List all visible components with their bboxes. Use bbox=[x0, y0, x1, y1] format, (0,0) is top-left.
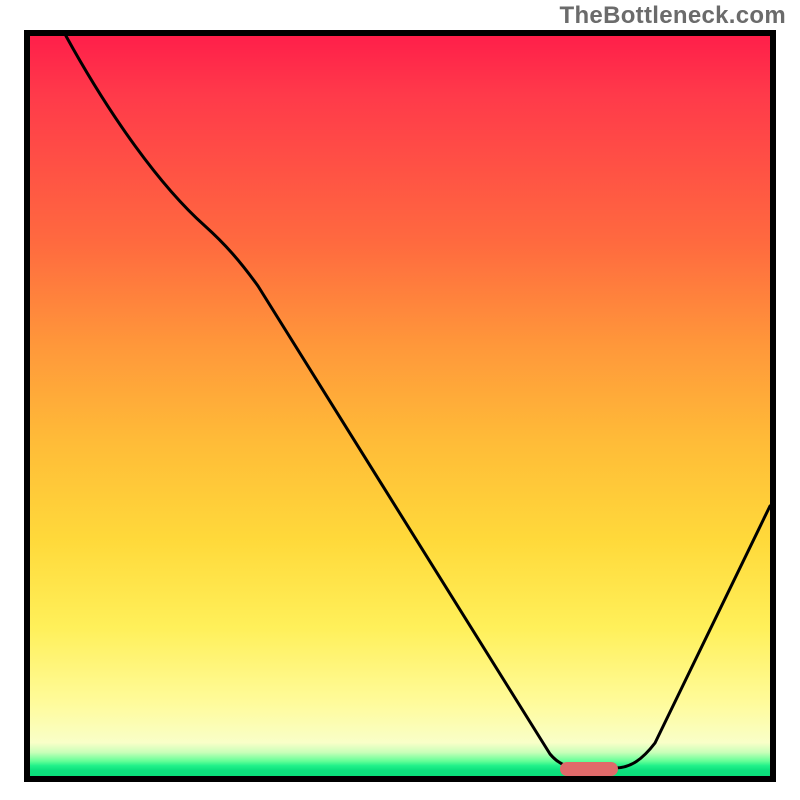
bottleneck-curve bbox=[66, 36, 770, 768]
optimum-marker bbox=[560, 762, 618, 776]
curve-layer bbox=[30, 36, 770, 776]
attribution-label: TheBottleneck.com bbox=[560, 2, 786, 30]
chart-container: TheBottleneck.com bbox=[0, 0, 800, 800]
plot-frame bbox=[24, 30, 776, 782]
